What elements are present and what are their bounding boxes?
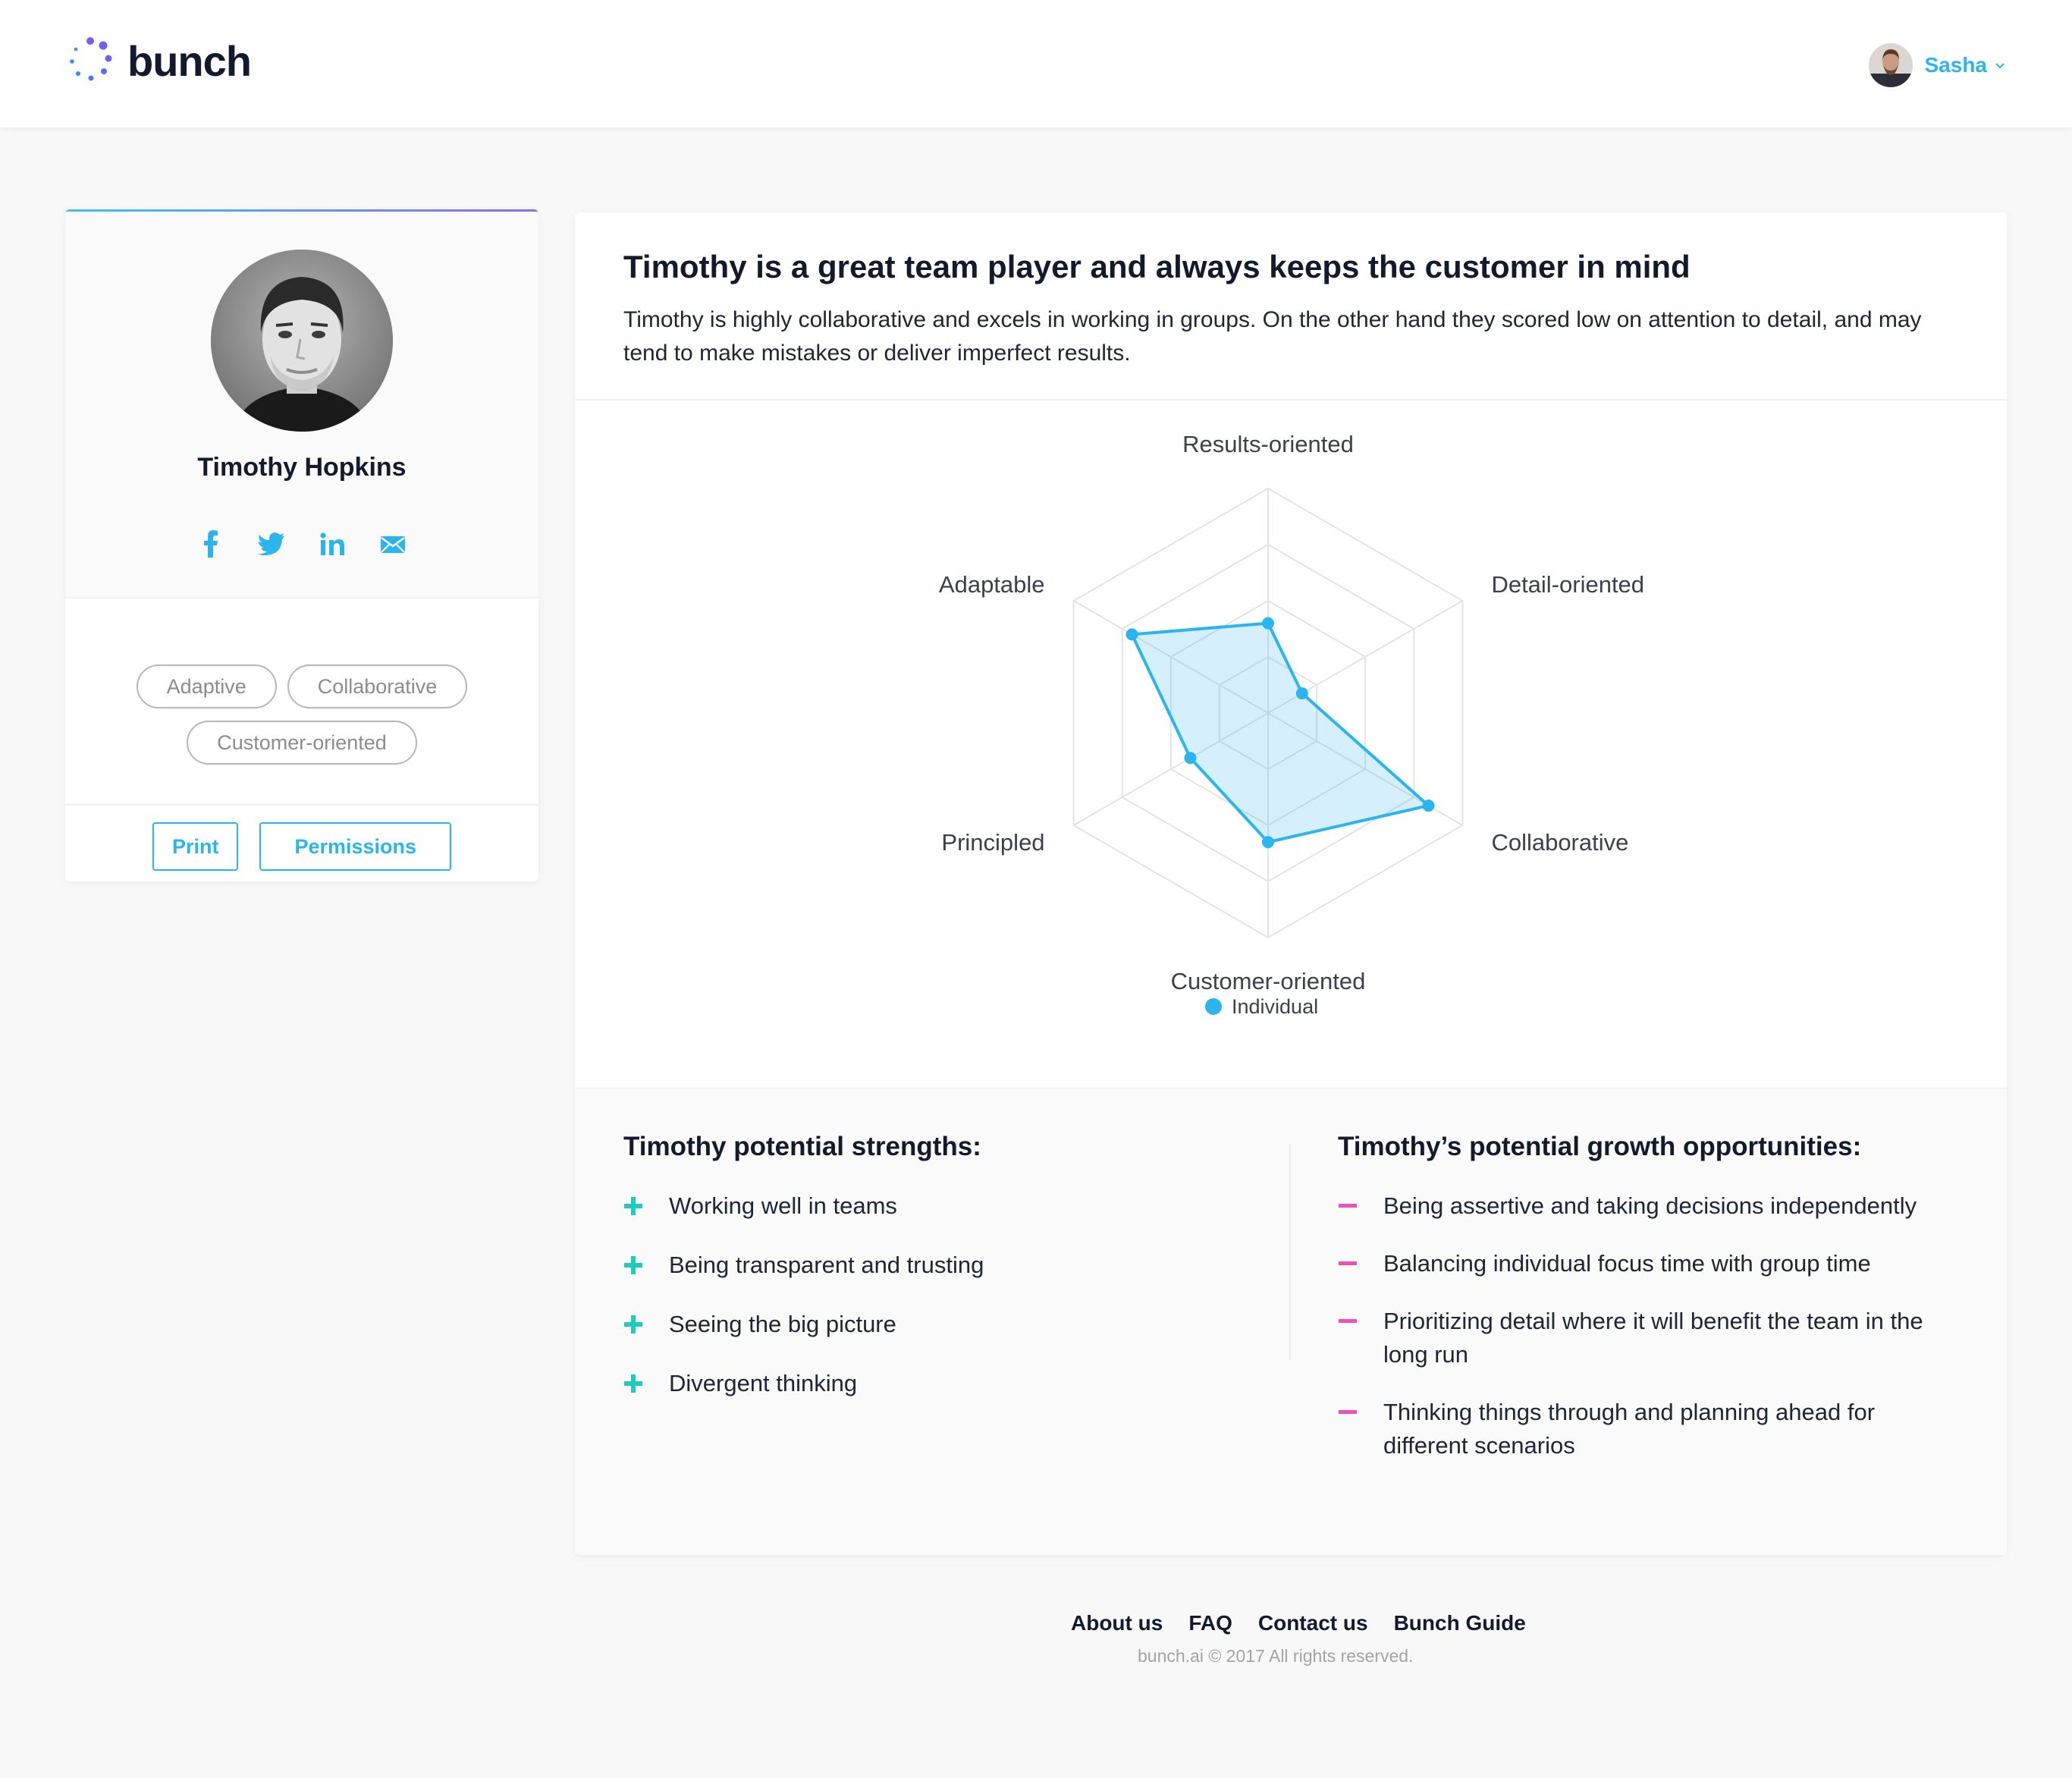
radar-data-point — [1125, 628, 1138, 641]
plus-icon — [623, 1249, 669, 1282]
radar-axis-label: Principled — [941, 829, 1044, 856]
footer-copyright: bunch.ai © 2017 All rights reserved. — [1138, 1646, 1414, 1666]
radar-data-point — [1184, 752, 1197, 765]
tag-adaptive[interactable]: Adaptive — [136, 664, 277, 708]
radar-axis-label: Adaptable — [939, 571, 1045, 598]
minus-icon — [1338, 1305, 1383, 1338]
radar-axis-label: Results-oriented — [1182, 431, 1354, 457]
radar-data-point — [1262, 617, 1274, 630]
footer-link-contact[interactable]: Contact us — [1258, 1611, 1368, 1635]
minus-icon — [1338, 1247, 1383, 1280]
mail-icon[interactable] — [379, 530, 407, 558]
summary-title: Timothy is a great team player and alway… — [623, 249, 1691, 284]
growth-column: Timothy’s potential growth opportunities… — [1338, 1132, 1960, 1487]
growth-text: Being assertive and taking decisions ind… — [1383, 1192, 1917, 1219]
facebook-icon[interactable] — [197, 530, 224, 558]
print-button[interactable]: Print — [152, 822, 239, 871]
growth-text: Prioritizing detail where it will benefi… — [1383, 1308, 1923, 1368]
growth-text: Thinking things through and planning ahe… — [1383, 1399, 1876, 1459]
strength-item: Seeing the big picture — [623, 1308, 1260, 1341]
strength-text: Divergent thinking — [669, 1370, 858, 1396]
plus-icon — [623, 1308, 669, 1341]
minus-icon — [1338, 1189, 1383, 1223]
report-card: Timothy is a great team player and alway… — [575, 212, 2007, 1555]
twitter-icon[interactable] — [258, 530, 285, 558]
strengths-title: Timothy potential strengths: — [623, 1132, 981, 1161]
growth-text: Balancing individual focus time with gro… — [1383, 1250, 1871, 1277]
strength-item: Working well in teams — [623, 1189, 1260, 1223]
tag-customer-oriented[interactable]: Customer-oriented — [187, 721, 417, 765]
radar-series-area — [1130, 621, 1430, 844]
column-divider — [1289, 1144, 1291, 1359]
user-menu[interactable]: Sasha — [1868, 42, 2008, 88]
profile-header: Timothy Hopkins — [65, 212, 538, 598]
radar-axis-label: Collaborative — [1491, 829, 1628, 856]
chevron-down-icon — [1995, 63, 2005, 69]
strength-text: Seeing the big picture — [669, 1311, 896, 1337]
profile-actions: Print Permissions — [65, 804, 538, 881]
radar-chart-section: Results-oriented Detail-oriented Collabora… — [575, 401, 2007, 1088]
legend-marker — [1205, 998, 1222, 1015]
growth-item: Thinking things through and planning ahe… — [1338, 1396, 1960, 1462]
tag-collaborative[interactable]: Collaborative — [287, 664, 468, 708]
user-avatar — [1868, 43, 1913, 87]
permissions-button[interactable]: Permissions — [259, 822, 452, 871]
radar-data-point — [1295, 687, 1308, 700]
strength-item: Divergent thinking — [623, 1367, 1260, 1400]
legend-label: Individual — [1232, 995, 1318, 1018]
radar-axis-label: Detail-oriented — [1491, 571, 1644, 598]
radar-data-point — [1262, 836, 1274, 849]
radar-axis-label: Customer-oriented — [1171, 968, 1366, 994]
linkedin-icon[interactable] — [319, 530, 346, 558]
radar-chart: Results-oriented Detail-oriented Collabora… — [939, 431, 1644, 1018]
strength-text: Being transparent and trusting — [669, 1252, 984, 1278]
brand-logo[interactable]: bunch — [65, 33, 252, 88]
bunch-logo-icon — [70, 37, 112, 81]
summary-text: Timothy is highly collaborative and exce… — [623, 307, 1922, 366]
radar-data-point — [1422, 799, 1435, 812]
insights-section: Timothy potential strengths: Working wel… — [575, 1088, 2007, 1555]
profile-card: Timothy Hopkins Adaptive Collaborative C… — [65, 209, 538, 881]
profile-photo — [211, 250, 393, 432]
minus-icon — [1338, 1396, 1383, 1429]
strengths-column: Timothy potential strengths: Working wel… — [623, 1132, 1260, 1426]
footer-link-about[interactable]: About us — [1071, 1611, 1163, 1635]
strength-text: Working well in teams — [669, 1192, 897, 1219]
brand-name: bunch — [127, 36, 252, 85]
growth-title: Timothy’s potential growth opportunities… — [1338, 1132, 1862, 1161]
user-name: Sasha — [1924, 53, 1988, 77]
trait-tags: Adaptive Collaborative Customer-oriented — [103, 664, 501, 765]
footer-link-faq[interactable]: FAQ — [1188, 1611, 1232, 1635]
profile-name: Timothy Hopkins — [197, 453, 407, 482]
footer-link-guide[interactable]: Bunch Guide — [1394, 1611, 1526, 1635]
social-links — [65, 530, 538, 558]
summary-section: Timothy is a great team player and alway… — [575, 212, 2007, 401]
growth-item: Being assertive and taking decisions ind… — [1338, 1189, 1960, 1223]
top-header: bunch Sasha — [0, 0, 2072, 127]
strength-item: Being transparent and trusting — [623, 1249, 1260, 1282]
growth-item: Balancing individual focus time with gro… — [1338, 1247, 1960, 1280]
growth-item: Prioritizing detail where it will benefi… — [1338, 1305, 1960, 1371]
plus-icon — [623, 1189, 669, 1223]
footer-links: About us FAQ Contact us Bunch Guide — [1071, 1611, 1526, 1635]
plus-icon — [623, 1367, 669, 1400]
